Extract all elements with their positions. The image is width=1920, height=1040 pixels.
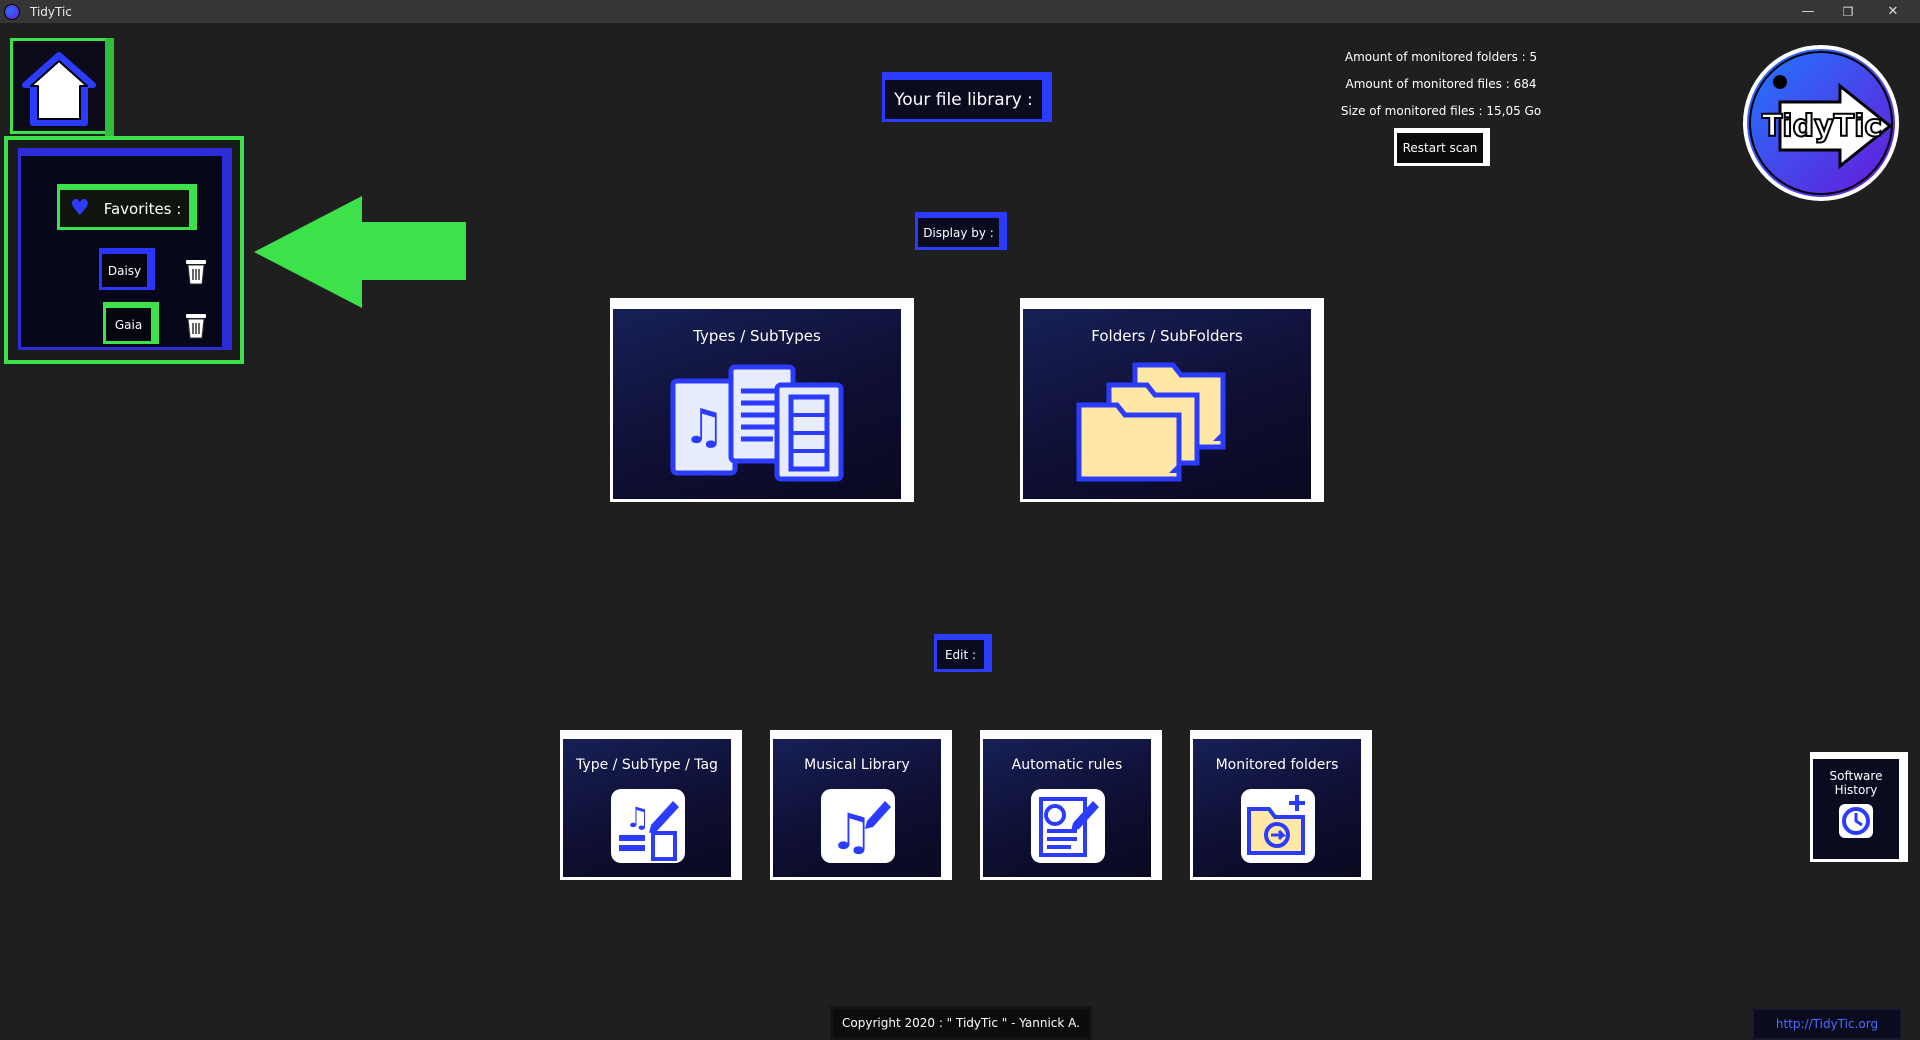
logo-text: TidyTic xyxy=(1762,109,1882,144)
history-label-line1: Software xyxy=(1829,769,1883,783)
favorite-item-daisy[interactable]: Daisy xyxy=(99,248,155,290)
svg-text:♫: ♫ xyxy=(829,803,874,861)
display-by-label: Display by : xyxy=(915,212,1007,250)
title-bar: TidyTic xyxy=(0,0,1920,23)
edit-label: Edit : xyxy=(934,634,992,672)
arrow-left-icon xyxy=(254,196,466,308)
clock-icon xyxy=(1839,804,1873,838)
favorites-header-button[interactable]: ♥ Favorites : xyxy=(57,184,197,230)
close-button[interactable]: ✕ xyxy=(1870,0,1916,23)
home-button[interactable] xyxy=(10,38,114,137)
favorites-panel: ♥ Favorites : Daisy Gaia xyxy=(18,148,232,350)
edit-tag-icon: ♫ xyxy=(611,789,685,863)
svg-text:♫: ♫ xyxy=(682,399,725,455)
stat-folders: Amount of monitored folders : 5 xyxy=(1344,50,1538,64)
edit-monitored-folders-button[interactable]: Monitored folders xyxy=(1190,730,1372,880)
home-icon xyxy=(22,52,96,126)
heart-icon: ♥ xyxy=(70,196,90,221)
stat-files: Amount of monitored files : 684 xyxy=(1345,77,1537,91)
folders-icon xyxy=(1076,362,1226,482)
favorites-title: Favorites : xyxy=(103,199,182,218)
website-link[interactable]: http://TidyTic.org xyxy=(1752,1008,1902,1040)
trash-icon[interactable] xyxy=(183,256,209,286)
favorites-highlight: ♥ Favorites : Daisy Gaia xyxy=(4,136,244,364)
tidytic-logo: TidyTic xyxy=(1743,45,1899,201)
music-icon: ♫ xyxy=(821,789,895,863)
edit-musical-library-button[interactable]: Musical Library ♫ xyxy=(770,730,952,880)
window-title: TidyTic xyxy=(30,4,72,19)
stats-panel: Amount of monitored folders : 5 Amount o… xyxy=(1296,44,1586,125)
copyright-text: Copyright 2020 : " TidyTic " - Yannick A… xyxy=(830,1006,1092,1040)
svg-text:♫: ♫ xyxy=(625,801,650,834)
display-types-subtypes-button[interactable]: Types / SubTypes ♫ xyxy=(610,298,914,502)
card-label: Type / SubType / Tag xyxy=(576,757,718,773)
app-icon xyxy=(4,3,20,20)
card-label: Automatic rules xyxy=(1011,757,1123,773)
display-folders-subfolders-button[interactable]: Folders / SubFolders xyxy=(1020,298,1324,502)
files-icon: ♫ xyxy=(670,364,844,482)
restart-scan-button[interactable]: Restart scan xyxy=(1394,128,1490,166)
card-label: Musical Library xyxy=(804,757,910,773)
trash-icon[interactable] xyxy=(183,310,209,340)
stat-size: Size of monitored files : 15,05 Go xyxy=(1340,104,1542,118)
rules-icon xyxy=(1031,789,1105,863)
software-history-button[interactable]: Software History xyxy=(1810,752,1908,862)
edit-automatic-rules-button[interactable]: Automatic rules xyxy=(980,730,1162,880)
restore-button[interactable]: ❐ xyxy=(1825,0,1871,23)
card-label: Folders / SubFolders xyxy=(1091,327,1243,345)
card-label: Monitored folders xyxy=(1215,757,1339,773)
card-label: Types / SubTypes xyxy=(693,327,821,345)
history-label-line2: History xyxy=(1834,783,1878,797)
monitored-folder-icon xyxy=(1241,789,1315,863)
file-library-title: Your file library : xyxy=(882,72,1052,122)
favorite-item-gaia[interactable]: Gaia xyxy=(103,302,159,344)
edit-type-subtype-tag-button[interactable]: Type / SubType / Tag ♫ xyxy=(560,730,742,880)
